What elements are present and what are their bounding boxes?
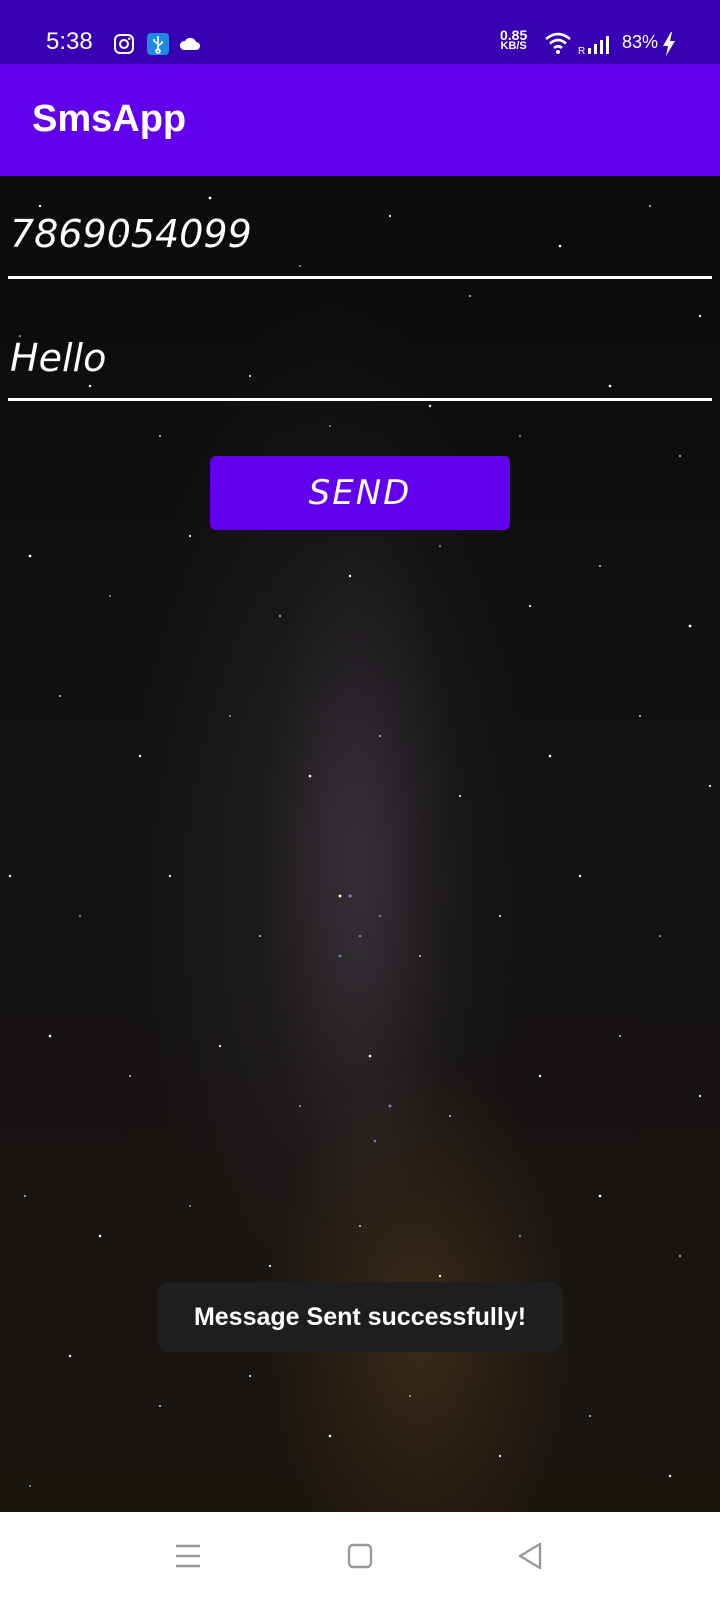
menu-icon[interactable]: [166, 1534, 210, 1578]
wifi-icon: [545, 32, 571, 54]
screen: 5:38 0.85 KB/S R 83% SmsApp 7869054099 H…: [0, 0, 720, 1600]
toast-message: Message Sent successfully!: [157, 1282, 563, 1352]
battery-level: 83%: [622, 32, 659, 52]
status-time: 5:38: [46, 28, 93, 55]
navigation-bar: [0, 1512, 720, 1600]
net-speed: 0.85 KB/S: [500, 28, 527, 52]
home-square-icon[interactable]: [338, 1534, 382, 1578]
phone-number-value: 7869054099: [10, 212, 252, 256]
cloud-icon: [179, 37, 200, 50]
svg-text:R: R: [578, 46, 585, 56]
app-title: SmsApp: [32, 98, 187, 140]
message-value: Hello: [10, 336, 107, 380]
app-bar: SmsApp: [0, 64, 720, 176]
net-speed-unit: KB/S: [500, 40, 527, 52]
send-button[interactable]: SEND: [210, 456, 510, 530]
usb-icon: [147, 33, 169, 55]
signal-icon: R: [578, 36, 609, 56]
status-bar: 5:38 0.85 KB/S R 83%: [0, 0, 720, 64]
instagram-icon: [114, 34, 134, 54]
phone-number-field[interactable]: 7869054099: [8, 212, 712, 279]
charging-icon: [663, 32, 675, 56]
back-triangle-icon[interactable]: [508, 1534, 552, 1578]
message-field[interactable]: Hello: [8, 336, 712, 401]
